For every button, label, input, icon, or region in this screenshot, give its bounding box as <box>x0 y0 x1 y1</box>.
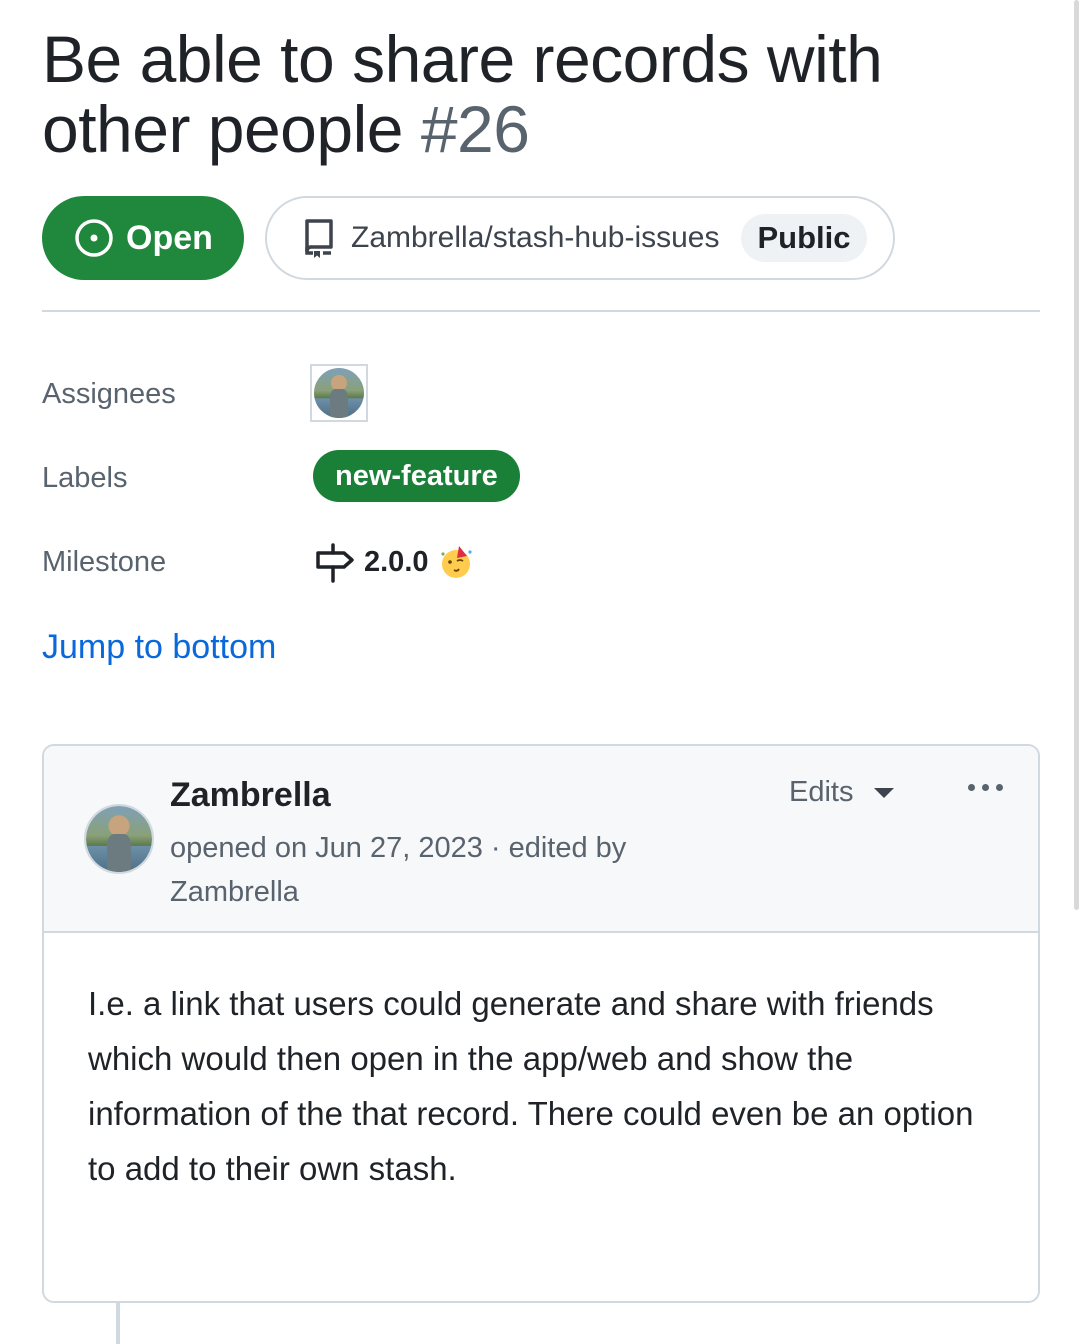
scrollbar-track[interactable] <box>1072 0 1080 1344</box>
label-new-feature[interactable]: new-feature <box>313 450 520 502</box>
state-label: Open <box>126 218 213 257</box>
timeline-line <box>116 1303 120 1344</box>
milestone-name: 2.0.0 <box>364 545 429 578</box>
comment-header: Zambrella opened on Jun 27, 2023 · edite… <box>44 746 1038 933</box>
party-face-emoji <box>440 546 472 578</box>
labels-heading: Labels <box>42 462 128 494</box>
milestone-heading: Milestone <box>42 546 167 578</box>
repository-link[interactable]: Zambrella/stash-hub-issues Public <box>265 196 895 280</box>
kebab-horizontal-icon[interactable] <box>968 784 1003 791</box>
edits-dropdown[interactable]: Edits <box>789 776 895 809</box>
assignee-avatar[interactable] <box>310 364 368 422</box>
issue-state-row: Open Zambrella/stash-hub-issues Public <box>42 196 1040 280</box>
avatar <box>86 806 152 872</box>
issue-comment: Zambrella opened on Jun 27, 2023 · edite… <box>42 744 1040 1303</box>
repository-name: Zambrella/stash-hub-issues <box>351 221 720 254</box>
comment-author-avatar[interactable] <box>84 804 154 874</box>
issue-number: #26 <box>420 92 530 166</box>
visibility-badge: Public <box>741 214 867 262</box>
repo-icon <box>305 219 333 258</box>
comment-meta: opened on Jun 27, 2023 · edited by Zambr… <box>170 832 627 908</box>
edits-label: Edits <box>789 776 854 808</box>
avatar <box>314 368 364 418</box>
assignees-heading: Assignees <box>42 378 176 410</box>
issue-title: Be able to share records with other peop… <box>42 24 1002 164</box>
comment-body: I.e. a link that users could generate an… <box>88 985 974 1187</box>
milestone-link[interactable]: 2.0.0 <box>314 540 475 584</box>
issue-opened-icon <box>75 219 113 257</box>
triangle-down-icon <box>874 787 895 798</box>
state-badge-open: Open <box>42 196 244 280</box>
jump-to-bottom-link[interactable]: Jump to bottom <box>42 628 276 667</box>
header-divider <box>42 310 1040 312</box>
comment-author[interactable]: Zambrella <box>170 776 331 815</box>
scrollbar-thumb[interactable] <box>1074 0 1079 910</box>
milestone-icon <box>316 543 354 583</box>
